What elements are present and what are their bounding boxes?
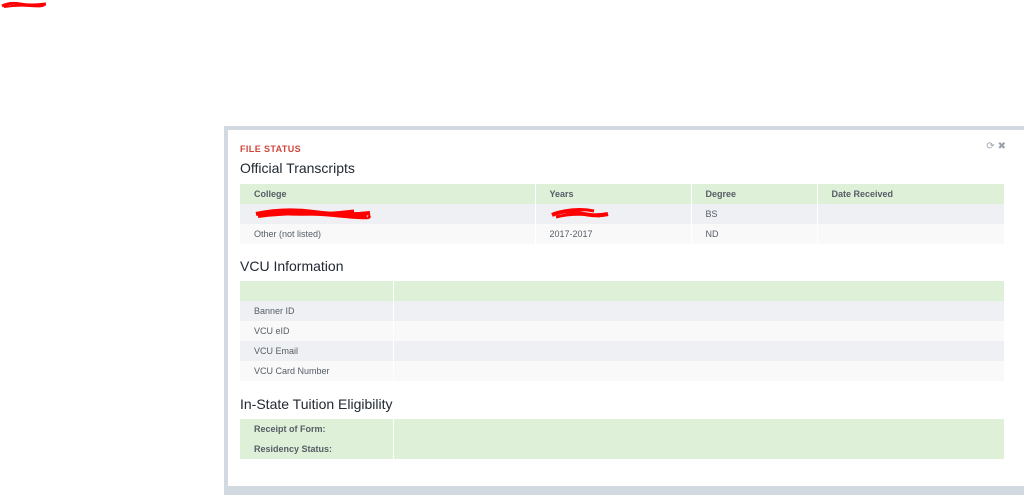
vcu-eid-label: VCU eID xyxy=(240,321,394,341)
table-row: Banner ID xyxy=(240,301,1005,321)
vcu-card-number-value xyxy=(393,361,1005,381)
vcu-email-value xyxy=(393,341,1005,361)
page: ⟳ ✖ FILE STATUS Official Transcripts Col… xyxy=(0,0,1024,495)
years-cell xyxy=(535,204,692,224)
degree-cell: ND xyxy=(691,224,818,244)
redaction-mark xyxy=(1,1,47,8)
transcripts-table: College Years Degree Date Received BS Ot… xyxy=(240,184,1005,244)
degree-cell: BS xyxy=(691,204,818,224)
panel-tools: ⟳ ✖ xyxy=(986,142,1006,152)
panel-header-label: FILE STATUS xyxy=(240,144,302,154)
table-row: VCU Email xyxy=(240,341,1005,361)
column-header-value xyxy=(393,281,1005,301)
receipt-of-form-value xyxy=(393,419,1005,439)
college-cell: Other (not listed) xyxy=(240,224,536,244)
file-status-panel: ⟳ ✖ FILE STATUS Official Transcripts Col… xyxy=(228,130,1024,486)
receipt-of-form-label: Receipt of Form: xyxy=(240,419,394,439)
tuition-eligibility-table: Receipt of Form: Residency Status: xyxy=(240,419,1005,459)
banner-id-value xyxy=(393,301,1005,321)
refresh-icon[interactable]: ⟳ xyxy=(986,142,994,152)
table-row: Receipt of Form: xyxy=(240,419,1005,439)
section-title-tuition-eligibility: In-State Tuition Eligibility xyxy=(240,396,393,412)
section-title-transcripts: Official Transcripts xyxy=(240,160,355,176)
table-row: VCU eID xyxy=(240,321,1005,341)
banner-id-label: Banner ID xyxy=(240,301,394,321)
section-title-vcu-information: VCU Information xyxy=(240,258,344,274)
vcu-eid-value xyxy=(393,321,1005,341)
date-received-cell xyxy=(817,204,1005,224)
column-header-label xyxy=(240,281,394,301)
vcu-card-number-label: VCU Card Number xyxy=(240,361,394,381)
redaction-mark xyxy=(550,208,608,219)
date-received-cell xyxy=(817,224,1005,244)
residency-status-value xyxy=(393,439,1005,459)
residency-status-label: Residency Status: xyxy=(240,439,394,459)
table-row: Other (not listed) 2017-2017 ND xyxy=(240,224,1005,244)
column-header-degree[interactable]: Degree xyxy=(691,184,818,204)
table-row: Residency Status: xyxy=(240,439,1005,459)
column-header-years[interactable]: Years xyxy=(535,184,692,204)
table-row: VCU Card Number xyxy=(240,361,1005,381)
vcu-information-table: Banner ID VCU eID VCU Email VCU Card Num… xyxy=(240,281,1005,381)
redaction-mark xyxy=(255,208,371,220)
column-header-college[interactable]: College xyxy=(240,184,536,204)
table-row: BS xyxy=(240,204,1005,224)
file-status-panel-frame: ⟳ ✖ FILE STATUS Official Transcripts Col… xyxy=(224,126,1024,495)
column-header-date-received[interactable]: Date Received xyxy=(817,184,1005,204)
years-cell: 2017-2017 xyxy=(535,224,692,244)
close-icon[interactable]: ✖ xyxy=(998,142,1006,152)
vcu-email-label: VCU Email xyxy=(240,341,394,361)
college-cell xyxy=(240,204,536,224)
